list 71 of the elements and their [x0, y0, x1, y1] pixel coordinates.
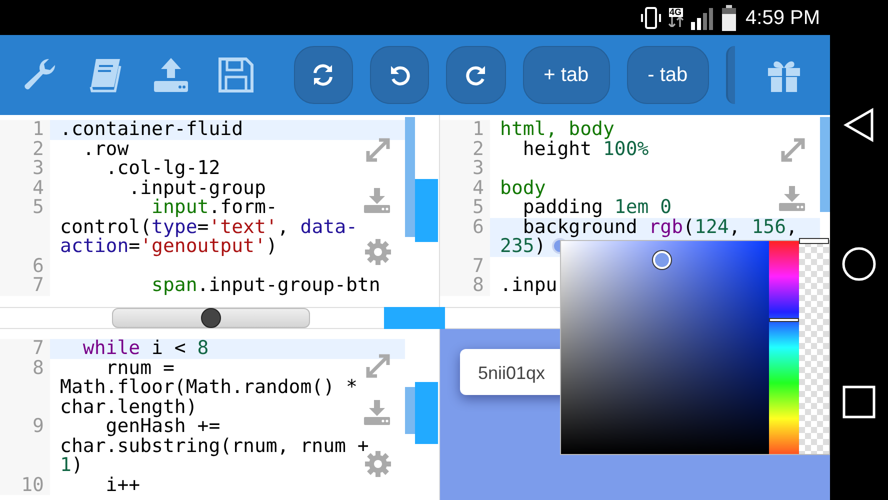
code-line: html, body [500, 118, 614, 140]
splitter-handle[interactable] [384, 307, 445, 329]
line-number: 3 [32, 157, 44, 179]
code-line: while i < 8 [82, 337, 209, 359]
line-number: 4 [32, 176, 44, 198]
code-line: span.input-group-btn [150, 274, 380, 296]
code-line: char.length) [60, 396, 198, 418]
code-line: .row [82, 138, 129, 160]
line-number: 2 [32, 138, 44, 160]
scroll-bar[interactable] [405, 117, 415, 237]
expand-icon[interactable] [365, 137, 391, 163]
tab-button[interactable]: - tab [626, 46, 709, 104]
line-number: 1 [32, 118, 44, 140]
code-line: .col-lg-12 [104, 157, 220, 179]
download-icon[interactable] [363, 187, 391, 213]
recent-apps-icon[interactable] [842, 384, 876, 418]
undo-icon [388, 64, 411, 86]
alpha-handle[interactable] [799, 238, 829, 244]
download-icon[interactable] [363, 399, 391, 425]
code-line: control(type='text', data- [60, 216, 358, 238]
line-number: 7 [32, 337, 44, 359]
line-number: 8 [472, 274, 484, 296]
undo-button[interactable] [370, 46, 430, 104]
code-line: .container-fluid [60, 118, 244, 140]
code-line: body [500, 176, 546, 198]
hue-handle[interactable] [769, 318, 800, 322]
redo-button[interactable] [446, 46, 506, 104]
slider-thumb[interactable] [201, 308, 221, 328]
code-line: i++ [104, 474, 140, 496]
splitter-handle[interactable] [415, 179, 438, 242]
refresh-icon [312, 64, 334, 86]
line-number: 4 [472, 176, 484, 198]
refresh-button[interactable] [294, 46, 353, 104]
download-icon[interactable] [778, 185, 806, 211]
hue-slider[interactable] [769, 241, 800, 454]
line-number: 3 [472, 157, 484, 179]
battery-icon [722, 4, 736, 30]
code-line: height 100% [522, 138, 649, 160]
tab-button[interactable]: + tab [522, 46, 610, 104]
line-number: 7 [472, 254, 484, 276]
line-number: 6 [472, 216, 484, 238]
save-icon[interactable] [216, 55, 256, 95]
picker-handle[interactable] [653, 251, 671, 269]
line-number: 2 [472, 138, 484, 160]
line-number: 10 [21, 474, 44, 496]
clock-time: 4:59 PM [746, 6, 820, 30]
line-number: 5 [32, 196, 44, 218]
splitter-handle[interactable] [415, 382, 438, 444]
saturation-field[interactable] [561, 241, 770, 454]
scroll-bar[interactable] [820, 117, 830, 212]
signal-icon [690, 6, 716, 30]
line-number: 1 [472, 118, 484, 140]
expand-icon[interactable] [780, 137, 806, 163]
code-line: rnum = [104, 356, 174, 378]
partial-button[interactable] [726, 46, 735, 104]
line-number: 7 [32, 274, 44, 296]
vibrate-icon [640, 6, 662, 30]
alpha-slider[interactable] [799, 241, 829, 454]
code-line: 1) [60, 454, 83, 476]
scroll-bar[interactable] [405, 387, 415, 434]
code-line: Math.floor(Math.random() * [60, 376, 358, 398]
code-line: .inpu [500, 274, 558, 296]
back-icon[interactable] [843, 106, 875, 142]
expand-icon[interactable] [365, 353, 391, 379]
code-line: 235) [500, 235, 546, 257]
line-number: 6 [32, 254, 44, 276]
redo-icon [464, 64, 487, 86]
line-number: 9 [32, 415, 44, 437]
line-number: 5 [472, 196, 484, 218]
home-icon[interactable] [841, 246, 877, 282]
line-number: 8 [32, 356, 44, 378]
